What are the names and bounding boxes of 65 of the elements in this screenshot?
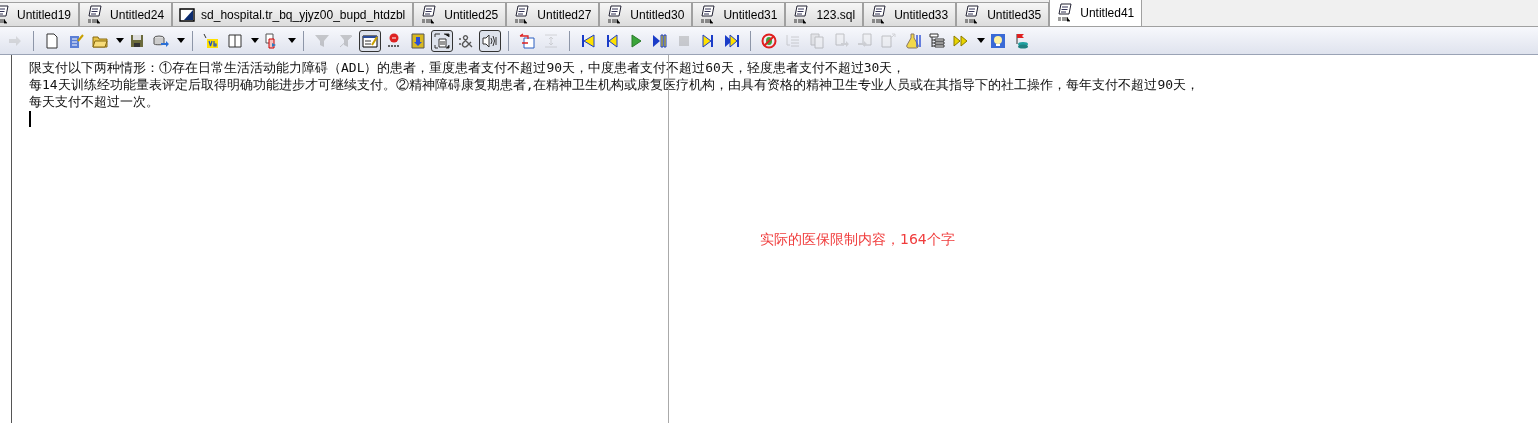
sql-script-icon bbox=[792, 4, 811, 25]
dropdown-caret-icon[interactable] bbox=[977, 38, 985, 43]
toolbar-button[interactable] bbox=[431, 29, 453, 52]
document-layout-icon bbox=[434, 32, 450, 49]
swap-icon bbox=[519, 32, 535, 49]
page-export-icon bbox=[881, 32, 897, 49]
database-export-icon bbox=[153, 32, 169, 49]
no-bug-icon bbox=[761, 32, 777, 49]
fast-forward-icon bbox=[953, 32, 969, 49]
sql-script-icon bbox=[513, 4, 532, 25]
document-tab[interactable]: Untitled24 bbox=[79, 2, 173, 26]
document-tab[interactable]: Untitled33 bbox=[863, 2, 957, 26]
toolbar-button[interactable] bbox=[359, 29, 381, 52]
list-icon bbox=[785, 32, 801, 49]
sql-script-icon bbox=[606, 4, 625, 25]
page-import-icon bbox=[857, 32, 873, 49]
sql-script-icon bbox=[870, 4, 889, 25]
flag-icon bbox=[1014, 32, 1030, 49]
error-icon bbox=[386, 32, 402, 49]
sql-script-icon bbox=[963, 4, 982, 25]
document-tab[interactable]: Untitled19 bbox=[0, 2, 80, 26]
lightbulb-icon bbox=[990, 32, 1006, 49]
previous-icon bbox=[604, 32, 620, 49]
document-tab[interactable]: Untitled31 bbox=[692, 2, 786, 26]
document-tab[interactable]: sd_hospital.tr_bq_yjyz00_bupd_htdzbl bbox=[172, 2, 414, 26]
text-format-icon bbox=[203, 32, 219, 49]
text-cursor bbox=[29, 111, 31, 127]
next-icon bbox=[700, 32, 716, 49]
skip-first-icon bbox=[580, 32, 596, 49]
download-icon bbox=[410, 32, 426, 49]
clear-filter-icon bbox=[338, 32, 354, 49]
flask-icon bbox=[905, 32, 921, 49]
ampersand-icon bbox=[458, 32, 474, 49]
skip-last-icon bbox=[724, 32, 740, 49]
document-tab[interactable]: 123.sql bbox=[785, 2, 864, 26]
dropdown-caret-icon[interactable] bbox=[288, 38, 296, 43]
editor-line: 每天支付不超过一次。 bbox=[29, 93, 160, 110]
split-view-icon bbox=[227, 32, 243, 49]
annotation-text: 实际的医保限制内容，164个字 bbox=[760, 231, 955, 249]
play-icon bbox=[628, 32, 644, 49]
document-tab[interactable]: Untitled41 bbox=[1049, 0, 1143, 26]
document-tab[interactable]: Untitled25 bbox=[413, 2, 507, 26]
step-over-icon bbox=[652, 32, 668, 49]
edit-document-icon bbox=[68, 32, 84, 49]
filter-icon bbox=[314, 32, 330, 49]
page-forward-icon bbox=[833, 32, 849, 49]
sql-script-icon bbox=[699, 4, 718, 25]
copy-pages-icon bbox=[809, 32, 825, 49]
tree-view-icon bbox=[929, 32, 945, 49]
toolbar-button[interactable] bbox=[479, 29, 501, 52]
save-icon bbox=[129, 32, 145, 49]
document-settings-icon bbox=[362, 32, 378, 49]
table-object-icon bbox=[179, 6, 196, 23]
dropdown-caret-icon[interactable] bbox=[177, 38, 185, 43]
dropdown-caret-icon[interactable] bbox=[251, 38, 259, 43]
indent-icon bbox=[543, 32, 559, 49]
new-file-icon bbox=[44, 32, 60, 49]
dropdown-caret-icon[interactable] bbox=[116, 38, 124, 43]
sql-script-icon bbox=[1056, 3, 1075, 23]
audio-wave-icon bbox=[482, 32, 498, 49]
document-tab[interactable]: Untitled35 bbox=[956, 2, 1050, 26]
sql-script-icon bbox=[86, 4, 105, 25]
document-tab[interactable]: Untitled30 bbox=[599, 2, 693, 26]
sql-script-icon bbox=[420, 4, 439, 25]
document-tab[interactable]: Untitled27 bbox=[506, 2, 600, 26]
